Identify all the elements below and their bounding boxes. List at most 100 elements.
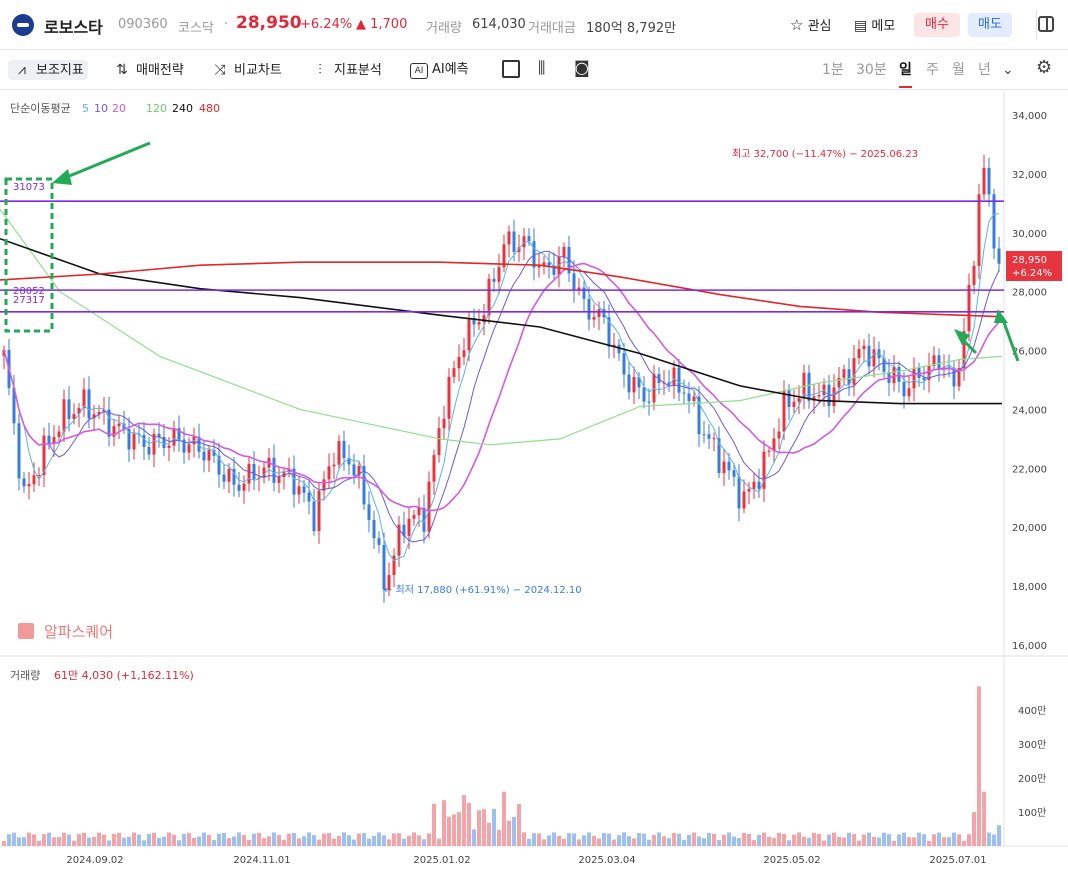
volume-bar bbox=[752, 840, 756, 846]
volume-bar bbox=[182, 833, 186, 846]
candle-body bbox=[302, 486, 306, 493]
candle-body bbox=[407, 518, 411, 536]
volume-bar bbox=[552, 832, 556, 846]
ai-label: AI예측 bbox=[432, 62, 469, 77]
timeframe-week[interactable]: 주 bbox=[926, 60, 939, 80]
company-logo-icon bbox=[12, 14, 34, 36]
volume-bar bbox=[712, 833, 716, 846]
volume-bar bbox=[62, 832, 66, 846]
volume-bar bbox=[637, 832, 641, 846]
y-tick-label: 28,000 bbox=[1012, 288, 1047, 299]
candle-body bbox=[442, 418, 446, 429]
volume-bar bbox=[877, 837, 881, 846]
volume-bar bbox=[137, 834, 141, 846]
y-tick-label: 30,000 bbox=[1012, 229, 1047, 240]
watch-label: 관심 bbox=[807, 19, 832, 34]
candle-body bbox=[47, 435, 51, 444]
watch-button[interactable]: ☆ 관심 bbox=[790, 15, 832, 34]
settings-gear-icon[interactable]: ⚙ bbox=[1036, 57, 1052, 78]
volume-bar bbox=[132, 832, 136, 846]
panel-toggle-icon[interactable] bbox=[1038, 16, 1054, 32]
camera-icon[interactable]: ◙ bbox=[574, 58, 590, 77]
memo-button[interactable]: ▤ 메모 bbox=[854, 15, 895, 34]
candle-body bbox=[647, 401, 651, 403]
timeframe-1min[interactable]: 1분 bbox=[822, 60, 844, 80]
volume-bar bbox=[822, 840, 826, 846]
candle-body bbox=[477, 322, 481, 325]
candle-body bbox=[672, 367, 676, 386]
separator-dot: · bbox=[224, 17, 229, 32]
timeframe-day[interactable]: 일 bbox=[899, 60, 912, 88]
volume-bar bbox=[562, 838, 566, 846]
volume-bar bbox=[607, 833, 611, 846]
volume-bar bbox=[532, 833, 536, 846]
volume-bar bbox=[947, 837, 951, 846]
volume-bar bbox=[652, 835, 656, 846]
candle-body bbox=[692, 396, 696, 402]
candle-body bbox=[207, 449, 211, 461]
volume-bar bbox=[667, 838, 671, 846]
candle-body bbox=[497, 267, 501, 282]
candle-type-icon[interactable]: ⫼ bbox=[538, 58, 545, 78]
volume-bar bbox=[392, 833, 396, 846]
volume-bar bbox=[387, 839, 391, 846]
volume-bar bbox=[892, 840, 896, 846]
volume-bar bbox=[717, 840, 721, 846]
analysis-button[interactable]: ⫶ 지표분석 bbox=[310, 60, 382, 80]
volume-bar bbox=[757, 834, 761, 846]
volume-bar bbox=[912, 837, 916, 846]
volume-tick-label: 400만 bbox=[1018, 705, 1046, 717]
volume-bar bbox=[397, 833, 401, 846]
volume-bar bbox=[857, 840, 861, 846]
stock-name: 로보스타 bbox=[44, 18, 103, 37]
volume-bar bbox=[292, 832, 296, 846]
price-chart[interactable]: 310732805227317 34,00032,00030,00028,000… bbox=[0, 91, 1068, 879]
ma-legend-10: 10 bbox=[94, 102, 108, 115]
current-price: 28,950 bbox=[236, 13, 302, 33]
candle-body bbox=[132, 433, 136, 450]
candle-body bbox=[817, 395, 821, 397]
candle-body bbox=[342, 440, 346, 459]
low-annotation: ← 최저 17,880 (+61.91%) − 2024.12.10 bbox=[384, 584, 582, 596]
candle-body bbox=[747, 488, 751, 492]
timeframe-30min[interactable]: 30분 bbox=[856, 60, 887, 80]
candle-body bbox=[332, 464, 336, 467]
timeframe-month[interactable]: 월 bbox=[952, 60, 965, 80]
candle-body bbox=[17, 423, 21, 479]
candle-body bbox=[457, 356, 461, 369]
volume-bar bbox=[972, 812, 976, 846]
timeframe-year[interactable]: 년 bbox=[978, 60, 991, 80]
square-tool-icon[interactable] bbox=[502, 60, 520, 78]
candle-body bbox=[872, 349, 876, 367]
strategy-button[interactable]: ⇅ 매매전략 bbox=[112, 60, 184, 80]
volume-bar bbox=[277, 835, 281, 846]
compare-button[interactable]: ⤨ 비교차트 bbox=[210, 60, 281, 80]
volume-bar bbox=[617, 835, 621, 846]
volume-bar bbox=[427, 833, 431, 846]
chevron-down-icon[interactable]: ⌄ bbox=[1002, 60, 1014, 80]
volume-bar bbox=[622, 832, 626, 846]
memo-label: 메모 bbox=[871, 19, 896, 34]
stock-header: 로보스타 090360 코스닥 · 28,950 +6.24% ▲ 1,700 … bbox=[0, 0, 1068, 50]
candle-body bbox=[902, 381, 906, 397]
volume-bar bbox=[227, 838, 231, 846]
ai-predict-button[interactable]: AI AI예측 bbox=[410, 60, 469, 80]
volume-bar bbox=[272, 832, 276, 846]
volume-tick-label: 100만 bbox=[1018, 807, 1046, 819]
y-tick-label: 18,000 bbox=[1012, 582, 1047, 593]
sell-button[interactable]: 매도 bbox=[968, 13, 1012, 37]
volume-bar bbox=[682, 839, 686, 846]
candle-body bbox=[797, 398, 801, 402]
candle-body bbox=[867, 345, 871, 367]
volume-bar bbox=[362, 833, 366, 846]
strategy-icon: ⇅ bbox=[116, 62, 128, 78]
volume-tick-label: 300만 bbox=[1018, 739, 1046, 751]
candle-body bbox=[452, 368, 456, 377]
volume-bar bbox=[942, 837, 946, 846]
volume-bar bbox=[847, 832, 851, 846]
buy-button[interactable]: 매수 bbox=[914, 13, 960, 37]
indicator-button[interactable]: ⩘ 보조지표 bbox=[8, 60, 88, 80]
volume-bar bbox=[927, 840, 931, 846]
volume-bar bbox=[232, 836, 236, 846]
candle-body bbox=[837, 377, 841, 388]
